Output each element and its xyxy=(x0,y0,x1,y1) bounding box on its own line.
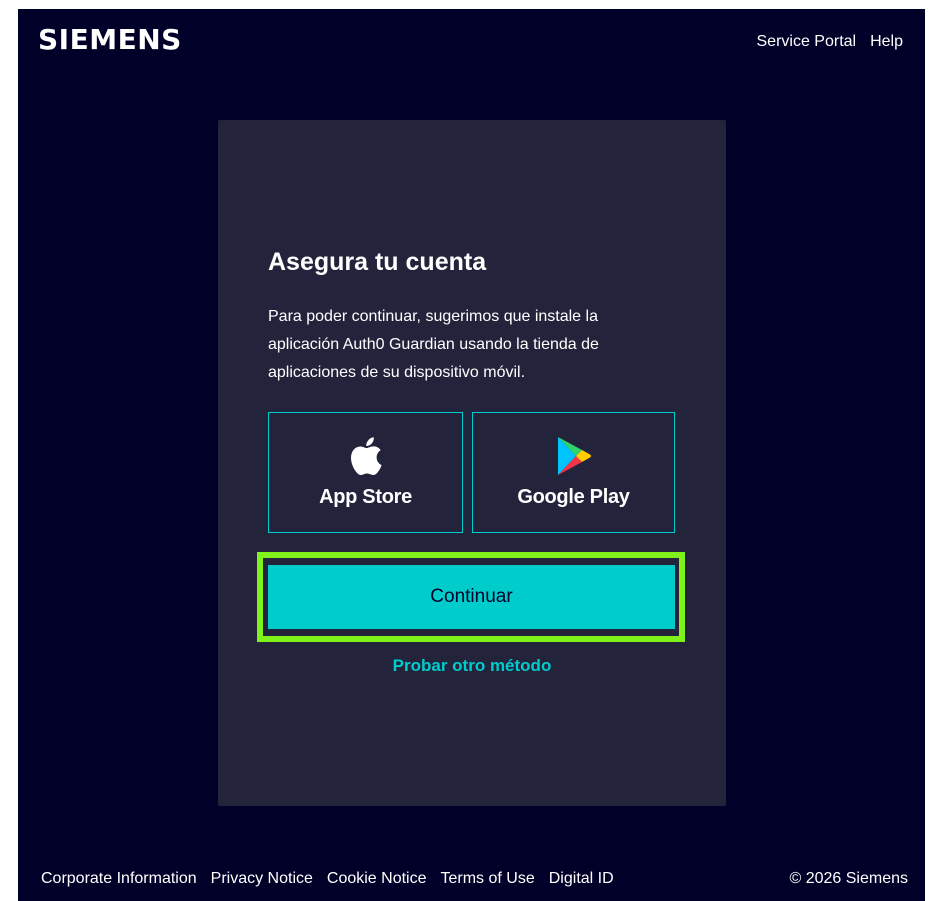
footer-link-cookie-notice[interactable]: Cookie Notice xyxy=(327,870,427,888)
apple-icon xyxy=(346,436,386,476)
auth-card: Asegura tu cuenta Para poder continuar, … xyxy=(218,120,726,806)
google-play-button[interactable]: Google Play xyxy=(472,412,675,533)
page-frame: SIEMENS Service Portal Help Asegura tu c… xyxy=(18,9,925,901)
footer-link-digital-id[interactable]: Digital ID xyxy=(549,870,614,888)
copyright: © 2026 Siemens xyxy=(789,870,908,887)
try-other-method-link[interactable]: Probar otro método xyxy=(218,656,726,676)
footer-nav: Corporate Information Privacy Notice Coo… xyxy=(41,870,614,888)
google-play-icon xyxy=(554,436,594,476)
siemens-logo[interactable]: SIEMENS xyxy=(38,23,182,56)
footer-link-corporate-information[interactable]: Corporate Information xyxy=(41,870,197,888)
continue-button[interactable]: Continuar xyxy=(268,565,675,629)
footer-link-privacy-notice[interactable]: Privacy Notice xyxy=(211,870,313,888)
google-play-label: Google Play xyxy=(517,486,630,508)
service-portal-link[interactable]: Service Portal xyxy=(757,33,857,51)
app-store-label: App Store xyxy=(319,486,412,508)
app-store-button[interactable]: App Store xyxy=(268,412,463,533)
card-title: Asegura tu cuenta xyxy=(268,248,487,276)
help-link[interactable]: Help xyxy=(870,33,903,51)
top-nav: Service Portal Help xyxy=(757,33,904,51)
footer-link-terms-of-use[interactable]: Terms of Use xyxy=(441,870,535,888)
card-description: Para poder continuar, sugerimos que inst… xyxy=(268,308,599,381)
